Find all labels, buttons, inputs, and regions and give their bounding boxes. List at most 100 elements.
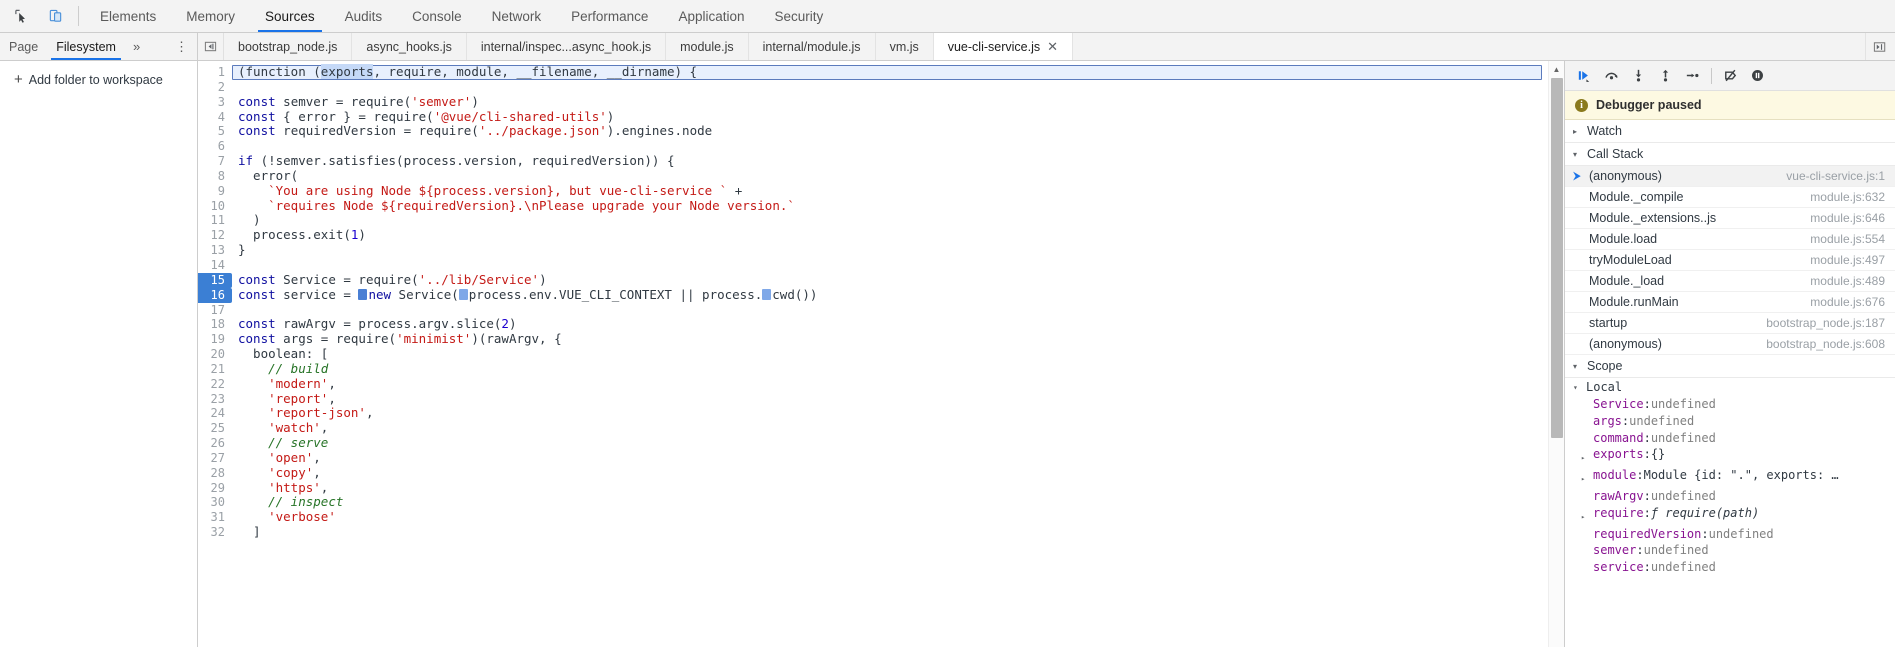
scroll-up-arrow-icon[interactable]: ▲ bbox=[1549, 62, 1564, 77]
tab-sources[interactable]: Sources bbox=[250, 0, 330, 32]
scope-variable[interactable]: command: undefined bbox=[1565, 430, 1895, 447]
line-number[interactable]: 31 bbox=[198, 510, 232, 525]
line-number[interactable]: 13 bbox=[198, 243, 232, 258]
line-number[interactable]: 21 bbox=[198, 362, 232, 377]
code-lines[interactable]: 1 (function (exports, require, module, __… bbox=[198, 61, 1548, 647]
previous-tabs-icon[interactable] bbox=[198, 33, 224, 60]
scope-variable[interactable]: requiredVersion: undefined bbox=[1565, 526, 1895, 543]
line-number[interactable]: 23 bbox=[198, 392, 232, 407]
navigator-tab-page[interactable]: Page bbox=[0, 33, 47, 60]
code-line[interactable]: 22 'modern', bbox=[198, 376, 1548, 392]
code-line[interactable]: 11 ) bbox=[198, 213, 1548, 228]
code-line[interactable]: 4 const { error } = require('@vue/cli-sha… bbox=[198, 109, 1548, 125]
toggle-device-toolbar-icon[interactable] bbox=[44, 5, 66, 27]
close-icon[interactable]: ✕ bbox=[1047, 40, 1058, 53]
navigator-options-kebab-icon[interactable]: ⋮ bbox=[166, 40, 197, 53]
scope-variable[interactable]: args: undefined bbox=[1565, 413, 1895, 430]
code-line[interactable]: 13} bbox=[198, 242, 1548, 258]
scope-variable[interactable]: ▸ module: Module {id: ".", exports: … bbox=[1565, 467, 1895, 488]
line-number[interactable]: 4 bbox=[198, 110, 232, 125]
code-line[interactable]: 16 const service = new Service(process.en… bbox=[198, 287, 1548, 303]
step-over-icon[interactable] bbox=[1598, 62, 1625, 89]
code-line[interactable]: 29 'https', bbox=[198, 480, 1548, 496]
tab-memory[interactable]: Memory bbox=[171, 0, 250, 32]
editor-tab-internal-module-js[interactable]: internal/module.js bbox=[748, 33, 876, 60]
line-number[interactable]: 1 bbox=[198, 65, 232, 80]
line-number[interactable]: 6 bbox=[198, 139, 232, 154]
editor-tab-vue-cli-service-js[interactable]: vue-cli-service.js ✕ bbox=[933, 33, 1074, 60]
line-number[interactable]: 32 bbox=[198, 525, 232, 540]
line-number[interactable]: 20 bbox=[198, 347, 232, 362]
line-number[interactable]: 27 bbox=[198, 451, 232, 466]
code-line[interactable]: 30 // inspect bbox=[198, 495, 1548, 510]
editor-tab-async-hooks-js[interactable]: async_hooks.js bbox=[352, 33, 467, 60]
call-stack-section-header[interactable]: ▾ Call Stack bbox=[1565, 143, 1895, 166]
add-folder-to-workspace-button[interactable]: + Add folder to workspace bbox=[0, 70, 197, 89]
code-line[interactable]: 3 const semver = require('semver') bbox=[198, 94, 1548, 110]
line-number[interactable]: 22 bbox=[198, 377, 232, 392]
code-line[interactable]: 31 'verbose' bbox=[198, 509, 1548, 525]
line-number[interactable]: 12 bbox=[198, 228, 232, 243]
code-line[interactable]: 28 'copy', bbox=[198, 465, 1548, 481]
call-stack-frame[interactable]: tryModuleLoad module.js:497 bbox=[1565, 250, 1895, 271]
code-line[interactable]: 26 // serve bbox=[198, 435, 1548, 451]
scope-section-header[interactable]: ▾ Scope bbox=[1565, 355, 1895, 378]
line-number[interactable]: 7 bbox=[198, 154, 232, 169]
code-line[interactable]: 27 'open', bbox=[198, 450, 1548, 466]
code-line[interactable]: 32 ] bbox=[198, 524, 1548, 540]
call-stack-frame[interactable]: Module._extensions..js module.js:646 bbox=[1565, 208, 1895, 229]
editor-tab-vm-js[interactable]: vm.js bbox=[875, 33, 934, 60]
code-line[interactable]: 19 const args = require('minimist')(rawAr… bbox=[198, 331, 1548, 347]
line-number[interactable]: 30 bbox=[198, 495, 232, 510]
line-number[interactable]: 24 bbox=[198, 406, 232, 421]
inline-breakpoint-marker-icon[interactable] bbox=[358, 288, 368, 300]
tab-performance[interactable]: Performance bbox=[556, 0, 663, 32]
code-line[interactable]: 17 bbox=[198, 303, 1548, 318]
tab-security[interactable]: Security bbox=[760, 0, 839, 32]
editor-tab-internal-inspector-async-hook-js[interactable]: internal/inspec...async_hook.js bbox=[466, 33, 667, 60]
inline-breakpoint-marker-icon[interactable] bbox=[762, 288, 772, 300]
resume-icon[interactable] bbox=[1571, 62, 1598, 89]
scope-variable[interactable]: ▸ require: ƒ require(path) bbox=[1565, 505, 1895, 526]
scope-variable[interactable]: rawArgv: undefined bbox=[1565, 488, 1895, 505]
call-stack-frame[interactable]: ⮞ (anonymous) vue-cli-service.js:1 bbox=[1565, 166, 1895, 187]
scope-variable[interactable]: semver: undefined bbox=[1565, 542, 1895, 559]
line-number-breakpoint[interactable]: 16 bbox=[198, 287, 232, 303]
code-line[interactable]: 21 // build bbox=[198, 361, 1548, 377]
code-line[interactable]: 5 const requiredVersion = require('../pac… bbox=[198, 123, 1548, 139]
tab-console[interactable]: Console bbox=[397, 0, 477, 32]
chevron-right-icon[interactable]: ▸ bbox=[1581, 467, 1593, 488]
code-line[interactable]: 18 const rawArgv = process.argv.slice(2) bbox=[198, 316, 1548, 332]
scope-variable[interactable]: Service: undefined bbox=[1565, 396, 1895, 413]
line-number[interactable]: 28 bbox=[198, 466, 232, 481]
line-number[interactable]: 17 bbox=[198, 303, 232, 318]
more-tabs-icon[interactable]: » bbox=[125, 39, 148, 54]
navigator-tab-filesystem[interactable]: Filesystem bbox=[47, 33, 125, 60]
scope-local-header[interactable]: ▾ Local bbox=[1565, 378, 1895, 396]
code-line[interactable]: 24 'report-json', bbox=[198, 405, 1548, 421]
step-icon[interactable] bbox=[1679, 62, 1706, 89]
scope-variable[interactable]: service: undefined bbox=[1565, 559, 1895, 576]
code-line[interactable]: 20 boolean: [ bbox=[198, 346, 1548, 362]
line-number[interactable]: 9 bbox=[198, 184, 232, 199]
code-line[interactable]: 2 bbox=[198, 80, 1548, 95]
call-stack-frame[interactable]: (anonymous) bootstrap_node.js:608 bbox=[1565, 334, 1895, 355]
code-line[interactable]: 14 bbox=[198, 258, 1548, 273]
line-number[interactable]: 2 bbox=[198, 80, 232, 95]
line-number[interactable]: 3 bbox=[198, 95, 232, 110]
tab-elements[interactable]: Elements bbox=[85, 0, 171, 32]
editor-vertical-scrollbar[interactable]: ▲ bbox=[1548, 61, 1564, 647]
code-line[interactable]: 12 process.exit(1) bbox=[198, 227, 1548, 243]
inline-breakpoint-marker-icon[interactable] bbox=[458, 288, 468, 300]
code-line[interactable]: 1 (function (exports, require, module, __… bbox=[198, 64, 1548, 80]
scope-variable[interactable]: ▸ exports: {} bbox=[1565, 446, 1895, 467]
tab-network[interactable]: Network bbox=[477, 0, 557, 32]
step-out-icon[interactable] bbox=[1652, 62, 1679, 89]
code-line[interactable]: 25 'watch', bbox=[198, 420, 1548, 436]
call-stack-frame[interactable]: Module._load module.js:489 bbox=[1565, 271, 1895, 292]
line-number[interactable]: 19 bbox=[198, 332, 232, 347]
code-line[interactable]: 15 const Service = require('../lib/Servic… bbox=[198, 272, 1548, 288]
watch-section-header[interactable]: ▸ Watch bbox=[1565, 120, 1895, 143]
line-number[interactable]: 29 bbox=[198, 481, 232, 496]
line-number[interactable]: 11 bbox=[198, 213, 232, 228]
